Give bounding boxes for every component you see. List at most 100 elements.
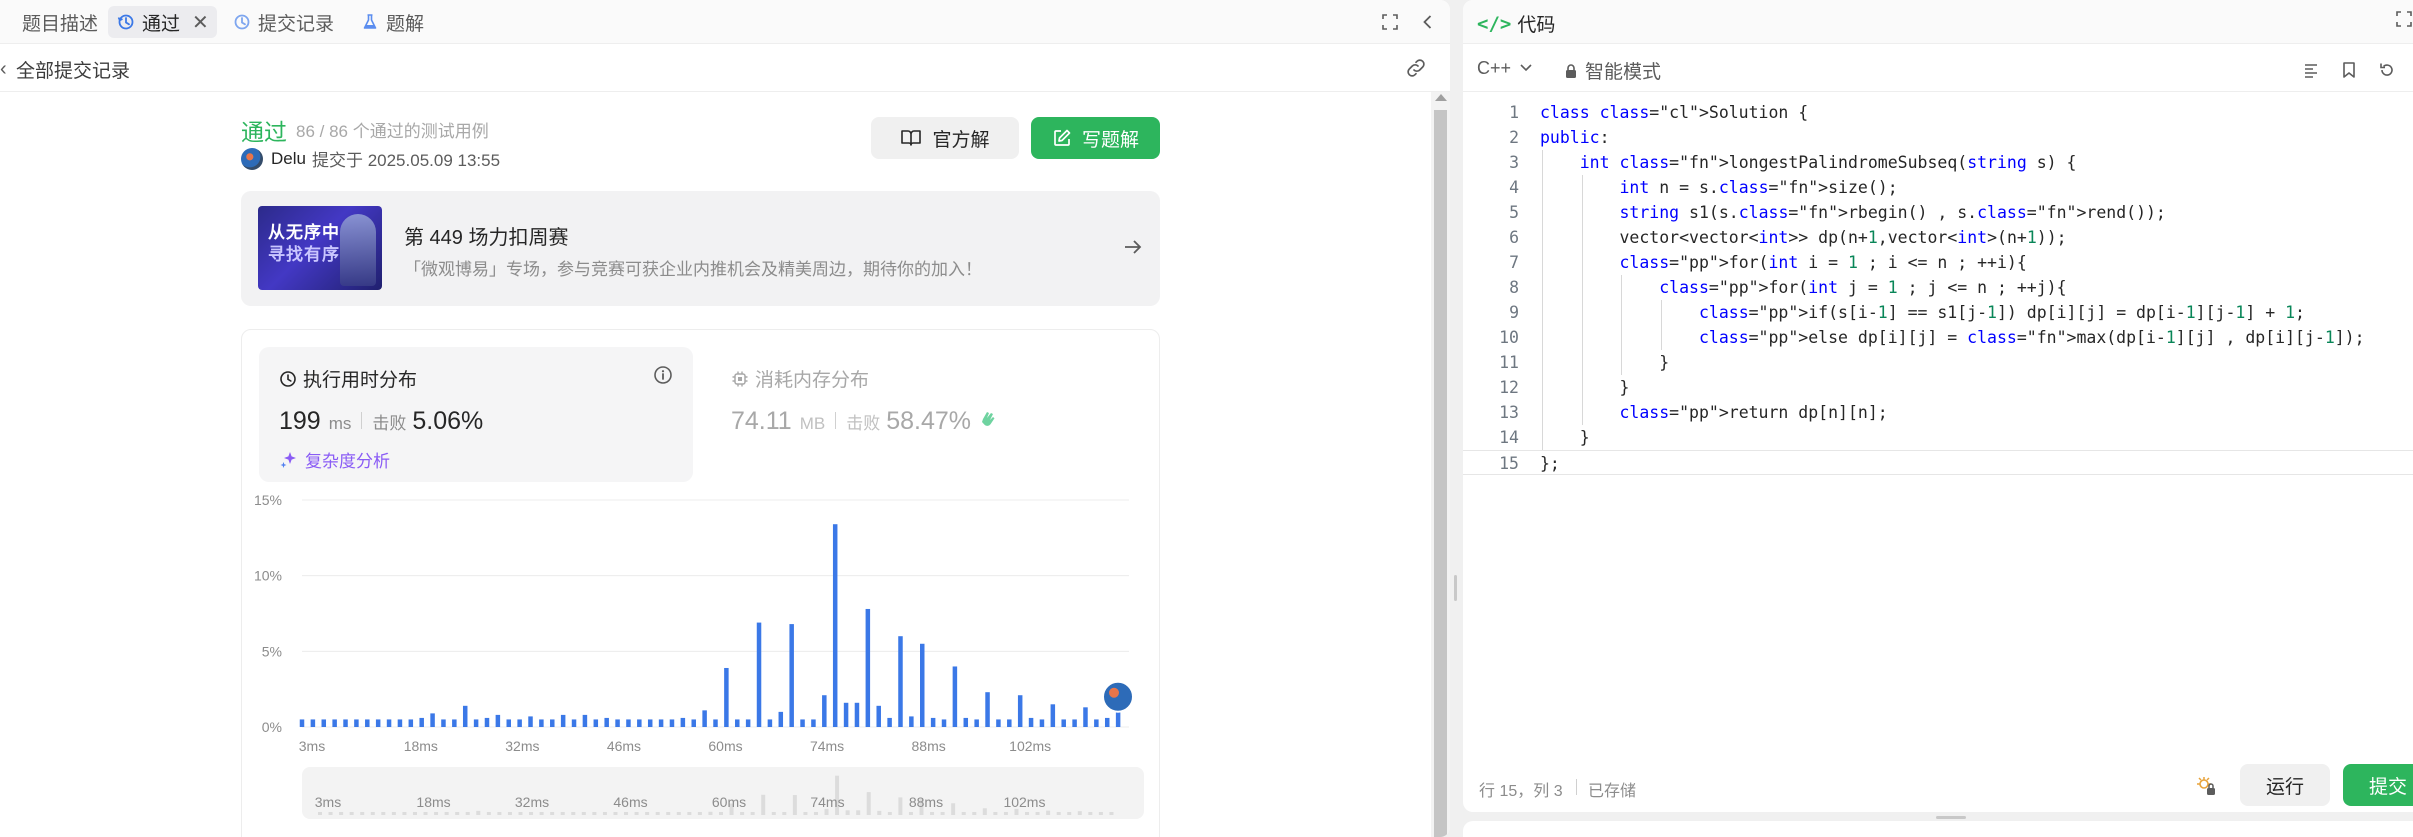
smart-mode-toggle[interactable]: 智能模式: [1563, 57, 1661, 84]
overview-tick-label: 46ms: [613, 794, 647, 810]
runtime-box[interactable]: 执行用时分布 199 ms 击败 5.06% 复杂度分析: [259, 347, 693, 482]
divider: [835, 412, 837, 429]
code-line[interactable]: 8 class="pp">for(int j = 1 ; j <= n ; ++…: [1463, 275, 2413, 300]
memory-box[interactable]: 消耗内存分布 74.11 MB 击败 58.47%: [711, 347, 1145, 482]
official-solution-button[interactable]: 官方解: [871, 117, 1019, 159]
chart-bar: [550, 719, 555, 727]
fullscreen-icon[interactable]: [1378, 10, 1402, 34]
scroll-thumb[interactable]: [1434, 110, 1447, 837]
user-avatar-marker: [1102, 680, 1134, 713]
code-line[interactable]: 11 }: [1463, 350, 2413, 375]
write-solution-label: 写题解: [1081, 129, 1139, 151]
reset-icon[interactable]: [2375, 58, 2399, 82]
code-editor[interactable]: 1 class class="cl">Solution {2 public: 3 in…: [1463, 100, 2413, 480]
chart-bar: [1039, 719, 1045, 727]
runtime-beat-value: 5.06%: [412, 407, 484, 435]
overview-bar: [518, 812, 523, 815]
overview-bar: [940, 812, 945, 815]
code-line[interactable]: 14 }: [1463, 425, 2413, 450]
fullscreen-icon[interactable]: [2395, 10, 2413, 33]
overview-bar: [381, 812, 386, 815]
overview-bar: [370, 812, 375, 815]
chart-bar: [484, 717, 490, 727]
tab-accepted[interactable]: 通过 ✕: [108, 6, 217, 38]
overview-bar: [465, 812, 470, 815]
line-number: 1: [1509, 103, 1519, 122]
submit-button[interactable]: 提交: [2343, 764, 2413, 806]
code-tab[interactable]: </> 代码: [1477, 10, 1555, 37]
x-tick-label: 88ms: [912, 738, 946, 754]
overview-bar: [792, 795, 797, 815]
vertical-resize-handle[interactable]: [1454, 575, 1457, 601]
code-line[interactable]: 9 class="pp">if(s[i-1] == s1[j-1]) dp[i]…: [1463, 300, 2413, 325]
tab-submissions[interactable]: 提交记录: [224, 6, 342, 38]
overview-tick-label: 74ms: [810, 794, 844, 810]
link-icon[interactable]: [1404, 56, 1428, 80]
run-button[interactable]: 运行: [2240, 764, 2330, 806]
code-line[interactable]: 12 }: [1463, 375, 2413, 400]
chart-bar: [952, 666, 958, 727]
code-line[interactable]: 13 class="pp">return dp[n][n];: [1463, 400, 2413, 425]
code-line[interactable]: 3 int class="fn">longestPalindromeSubseq…: [1463, 150, 2413, 175]
code-text: string s1(s.class="fn">rbegin() , s.clas…: [1619, 203, 2166, 222]
debugger-icon[interactable]: [2196, 775, 2218, 802]
left-scrollbar[interactable]: [1431, 92, 1450, 837]
submission-subheader: ‹ 全部提交记录: [0, 44, 1450, 92]
language-select[interactable]: C++: [1477, 58, 1533, 79]
avatar[interactable]: [241, 147, 263, 170]
code-line[interactable]: 7 class="pp">for(int i = 1 ; i <= n ; ++…: [1463, 250, 2413, 275]
code-line[interactable]: 2 public:: [1463, 125, 2413, 150]
overview-tick-label: 3ms: [315, 794, 341, 810]
code-line[interactable]: 10 class="pp">else dp[i][j] = class="fn"…: [1463, 325, 2413, 350]
format-icon[interactable]: [2299, 58, 2323, 82]
chart-bar: [441, 719, 446, 727]
chart-bar: [1050, 704, 1056, 727]
code-line[interactable]: 5 string s1(s.class="fn">rbegin() , s.cl…: [1463, 200, 2413, 225]
overview-bar: [961, 812, 966, 815]
memory-title-row: 消耗内存分布: [731, 365, 869, 392]
code-text: class="pp">else dp[i][j] = class="fn">ma…: [1698, 328, 2365, 347]
overview-tick-label: 102ms: [1003, 794, 1045, 810]
overview-bar: [497, 812, 502, 815]
collapse-icon[interactable]: [1416, 10, 1440, 34]
chart-bar: [745, 719, 751, 727]
code-text: vector<vector<int>> dp(n+1,vector<int>(n…: [1540, 228, 2067, 247]
chart-bar: [1007, 719, 1012, 727]
chart-bar: [1083, 707, 1088, 727]
clap-icon: [982, 412, 995, 426]
code-line[interactable]: 6 vector<vector<int>> dp(n+1,vector<int>…: [1463, 225, 2413, 250]
chart-bar: [865, 608, 871, 727]
back-to-submissions[interactable]: ‹ 全部提交记录: [0, 56, 130, 83]
figure-illustration: [340, 214, 376, 286]
contest-banner[interactable]: 从无序中 寻找有序 第 449 场力扣周赛 「微观博易」专场，参与竞赛可获企业内…: [241, 191, 1160, 306]
smart-mode-label: 智能模式: [1585, 62, 1662, 83]
tab-solutions[interactable]: 题解: [352, 6, 432, 38]
info-icon[interactable]: [653, 365, 673, 390]
overview-bar: [602, 812, 607, 815]
code-text: public:: [1540, 128, 1610, 147]
chart-bar: [702, 710, 707, 727]
overview-bar: [391, 812, 396, 815]
bookmark-icon[interactable]: [2337, 58, 2361, 82]
horizontal-resize-handle[interactable]: [1936, 816, 1966, 819]
write-solution-button[interactable]: 写题解: [1031, 117, 1160, 159]
chart-bar: [506, 719, 511, 727]
description-icon: [0, 12, 16, 32]
close-icon[interactable]: ✕: [192, 10, 209, 35]
scroll-up-arrow[interactable]: [1435, 94, 1447, 101]
author-row: Delu 提交于 2025.05.09 13:55: [241, 146, 500, 171]
author-name[interactable]: Delu: [271, 149, 306, 169]
code-line[interactable]: 15};: [1463, 450, 2413, 475]
complexity-analysis-link[interactable]: 复杂度分析: [279, 447, 390, 472]
overview-tick-label: 88ms: [909, 794, 943, 810]
overview-bar: [1046, 810, 1051, 815]
code-line[interactable]: 4 int n = s.class="fn">size();: [1463, 175, 2413, 200]
line-number: 4: [1509, 178, 1519, 197]
tab-description[interactable]: 题目描述: [0, 6, 106, 38]
chart-bar: [626, 719, 631, 727]
runtime-distribution-chart[interactable]: 0% 5% 10% 15% 3ms 18ms 32ms 46ms 60ms 74ms 88ms 102…: [242, 490, 1159, 837]
code-line[interactable]: 1 class class="cl">Solution {: [1463, 100, 2413, 125]
overview-bar: [402, 812, 407, 815]
overview-bar: [1056, 812, 1061, 815]
chart-bar: [408, 719, 414, 727]
